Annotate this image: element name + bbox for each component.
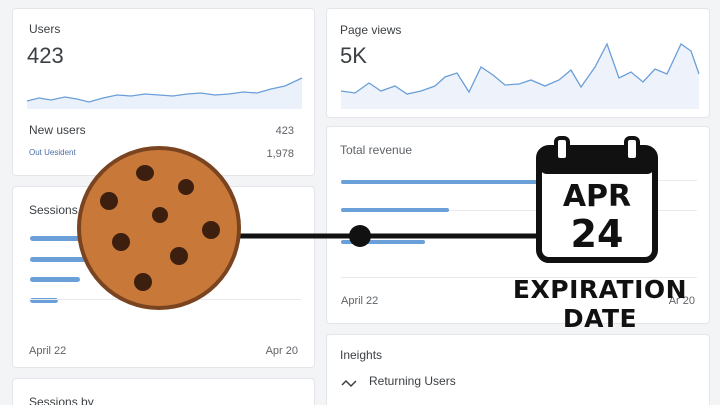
cookie-icon — [77, 146, 241, 310]
calendar-icon: APR 24 — [536, 136, 658, 263]
expiration-caption: EXPIRATION DATE — [510, 275, 690, 333]
calendar-month: APR — [563, 179, 631, 214]
connector-dot — [349, 225, 371, 247]
caption-line-1: EXPIRATION — [512, 275, 688, 304]
calendar-day: 24 — [571, 212, 624, 256]
caption-line-2: DATE — [562, 304, 638, 333]
